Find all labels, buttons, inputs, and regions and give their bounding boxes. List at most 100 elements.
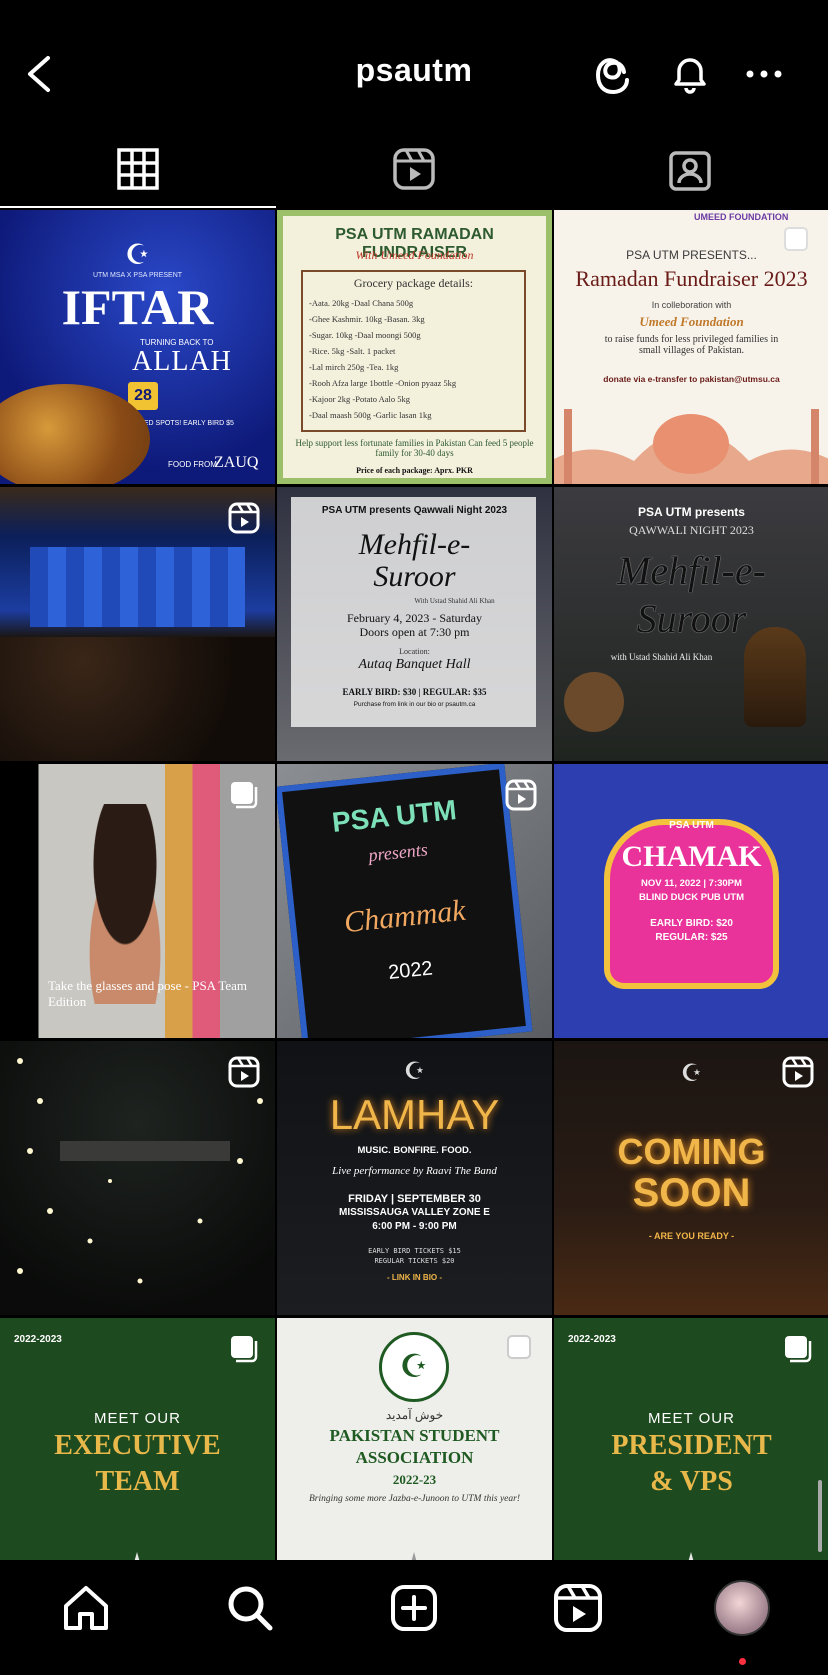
post-title: TEAM [95,1466,180,1497]
post-text: Grocery package details: [353,276,474,290]
reels-icon [505,779,537,811]
skyline-illustration [411,1552,417,1560]
post-text: In colleboration with [651,300,732,310]
post-lamhay[interactable]: ☪ LAMHAY MUSIC. BONFIRE. FOOD. Live perf… [277,1041,552,1315]
post-psa-welcome[interactable]: ☪ خوش آمدید PAKISTAN STUDENT ASSOCIATION… [277,1318,552,1560]
bell-icon[interactable] [666,50,714,98]
post-text: 2022 [387,957,434,984]
tab-tagged[interactable] [552,130,828,208]
string-lights [17,1058,263,1284]
post-title: PRESIDENT [611,1430,772,1461]
scrollbar[interactable] [818,1480,822,1552]
post-text: FRIDAY | SEPTEMBER 30 [348,1193,481,1205]
post-title: Mehfil-e-Suroor [358,528,471,593]
tagged-icon [669,151,711,191]
post-text: ALLAH [132,346,232,377]
grid-icon [117,148,159,190]
post-president-vps[interactable]: 2022-2023 MEET OUR PRESIDENT & VPS [554,1318,828,1560]
post-text: Location: [399,647,430,656]
tab-reels[interactable] [276,130,552,208]
package-items: -Aata. 20kg -Daal Chana 500g -Ghee Kashm… [309,295,518,423]
list-item: -Rice. 5kg -Salt. 1 packet [309,346,396,356]
carousel-icon [785,1336,812,1363]
post-text: PSA UTM PRESENTS... [626,248,757,262]
logo-icon: ☪ [680,1060,703,1087]
bottom-nav [0,1560,828,1675]
list-item: -Lal mirch 250g -Tea. 1kg [309,362,399,372]
list-item: -Aata. 20kg -Daal Chana 500g [309,298,414,308]
post-lights-reel[interactable] [0,1041,275,1315]
profile-avatar[interactable] [714,1580,770,1636]
post-text: With Umeed Foundation [355,248,474,262]
post-title: IFTAR [61,279,214,335]
post-chamak[interactable]: PSA UTM CHAMAK NOV 11, 2022 | 7:30PM BLI… [554,764,828,1038]
reels-icon [228,502,260,534]
post-mehfil-2[interactable]: PSA UTM presents QAWWALI NIGHT 2023 Mehf… [554,487,828,761]
post-text: - ARE YOU READY - [648,1231,735,1241]
post-coming-soon[interactable]: ☪ COMING SOON - ARE YOU READY - [554,1041,828,1315]
list-item: -Rooh Afza large 1bottle -Onion pyaaz 5k… [309,378,457,388]
post-qawwali-reel[interactable] [0,487,275,761]
post-text: EARLY BIRD TICKETS $15 [368,1247,461,1255]
home-icon[interactable] [58,1580,114,1636]
profile-header: psautm [0,0,828,150]
post-text: REGULAR TICKETS $20 [374,1257,455,1265]
post-chammak-board[interactable]: PSA UTM presents Chammak 2022 [277,764,552,1038]
post-text: donate via e-transfer to pakistan@utmsu.… [603,374,780,384]
post-fundraiser-1[interactable]: PSA UTM RAMADAN FUNDRAISER With Umeed Fo… [277,210,552,484]
post-selfie[interactable]: Take the glasses and pose - PSA Team Edi… [0,764,275,1038]
post-text: خوش آمدید [385,1408,444,1422]
list-item: -Kajoor 2kg -Potato Aalo 5kg [309,394,411,404]
list-item: -Ghee Kashmir. 10kg -Basan. 3kg [309,314,425,324]
post-text: to raise funds for less privileged famil… [604,334,779,356]
reels-icon[interactable] [550,1580,606,1636]
threads-icon[interactable] [592,50,640,98]
mosque-illustration [554,409,828,484]
post-text: 6:00 PM - 9:00 PM [372,1221,457,1232]
post-title: PAKISTAN STUDENT [329,1426,500,1445]
post-text: PSA UTM [669,820,714,831]
logo-icon: ☪ [124,239,151,270]
package-box: Grocery package details: -Aata. 20kg -Da… [301,270,526,432]
post-title: CHAMAK [621,840,762,873]
create-icon[interactable] [386,1580,442,1636]
post-text: MISSISSAUGA VALLEY ZONE E [339,1207,490,1218]
post-iftar[interactable]: ☪ UTM MSA X PSA PRESENT IFTAR TURNING BA… [0,210,275,484]
drum-image [744,627,806,727]
post-text: 2022-2023 [568,1334,616,1345]
post-text: Autaq Banquet Hall [358,657,471,672]
post-text: MEET OUR [94,1410,181,1427]
post-text: February 4, 2023 - Saturday [347,611,482,625]
carousel-icon [231,1336,258,1363]
post-caption: Take the glasses and pose - PSA Team Edi… [48,978,248,1009]
post-text: ZAUQ [214,454,259,471]
post-text: BLIND DUCK PUB UTM [638,892,745,903]
post-text: - LINK IN BIO - [386,1273,443,1282]
post-text: Umeed Foundation [639,314,744,329]
post-text: MUSIC. BONFIRE. FOOD. [357,1145,472,1156]
reels-icon [393,148,435,190]
post-text: PSA UTM presents Qawwali Night 2023 [321,505,508,516]
psa-logo-icon: ☪ [379,1332,449,1402]
post-text: QAWWALI NIGHT 2023 [629,523,754,537]
post-title: ASSOCIATION [355,1448,474,1467]
drum-image [564,672,624,732]
post-title: SOON [632,1171,751,1215]
post-title: COMING [617,1131,766,1172]
post-executive-team[interactable]: 2022-2023 MEET OUR EXECUTIVE TEAM [0,1318,275,1560]
post-text: Chammak [342,893,468,940]
carousel-icon [507,1335,531,1359]
tab-posts[interactable] [0,130,276,208]
post-mehfil-1[interactable]: PSA UTM presents Qawwali Night 2023 Mehf… [277,487,552,761]
post-text: PSA UTM presents [638,505,745,519]
post-text: REGULAR: $25 [655,932,728,943]
chalkboard: PSA UTM presents Chammak 2022 [277,764,533,1038]
search-icon[interactable] [222,1580,278,1636]
post-text: UMEED FOUNDATION [694,212,789,222]
skyline-illustration [688,1552,694,1560]
post-title: & VPS [650,1466,733,1497]
post-fundraiser-2[interactable]: UMEED FOUNDATION PSA UTM PRESENTS... Ram… [554,210,828,484]
post-text: With Ustad Shahid Ali Khan [414,597,495,605]
posts-grid: ☪ UTM MSA X PSA PRESENT IFTAR TURNING BA… [0,210,828,1560]
more-options-icon[interactable] [740,50,788,98]
